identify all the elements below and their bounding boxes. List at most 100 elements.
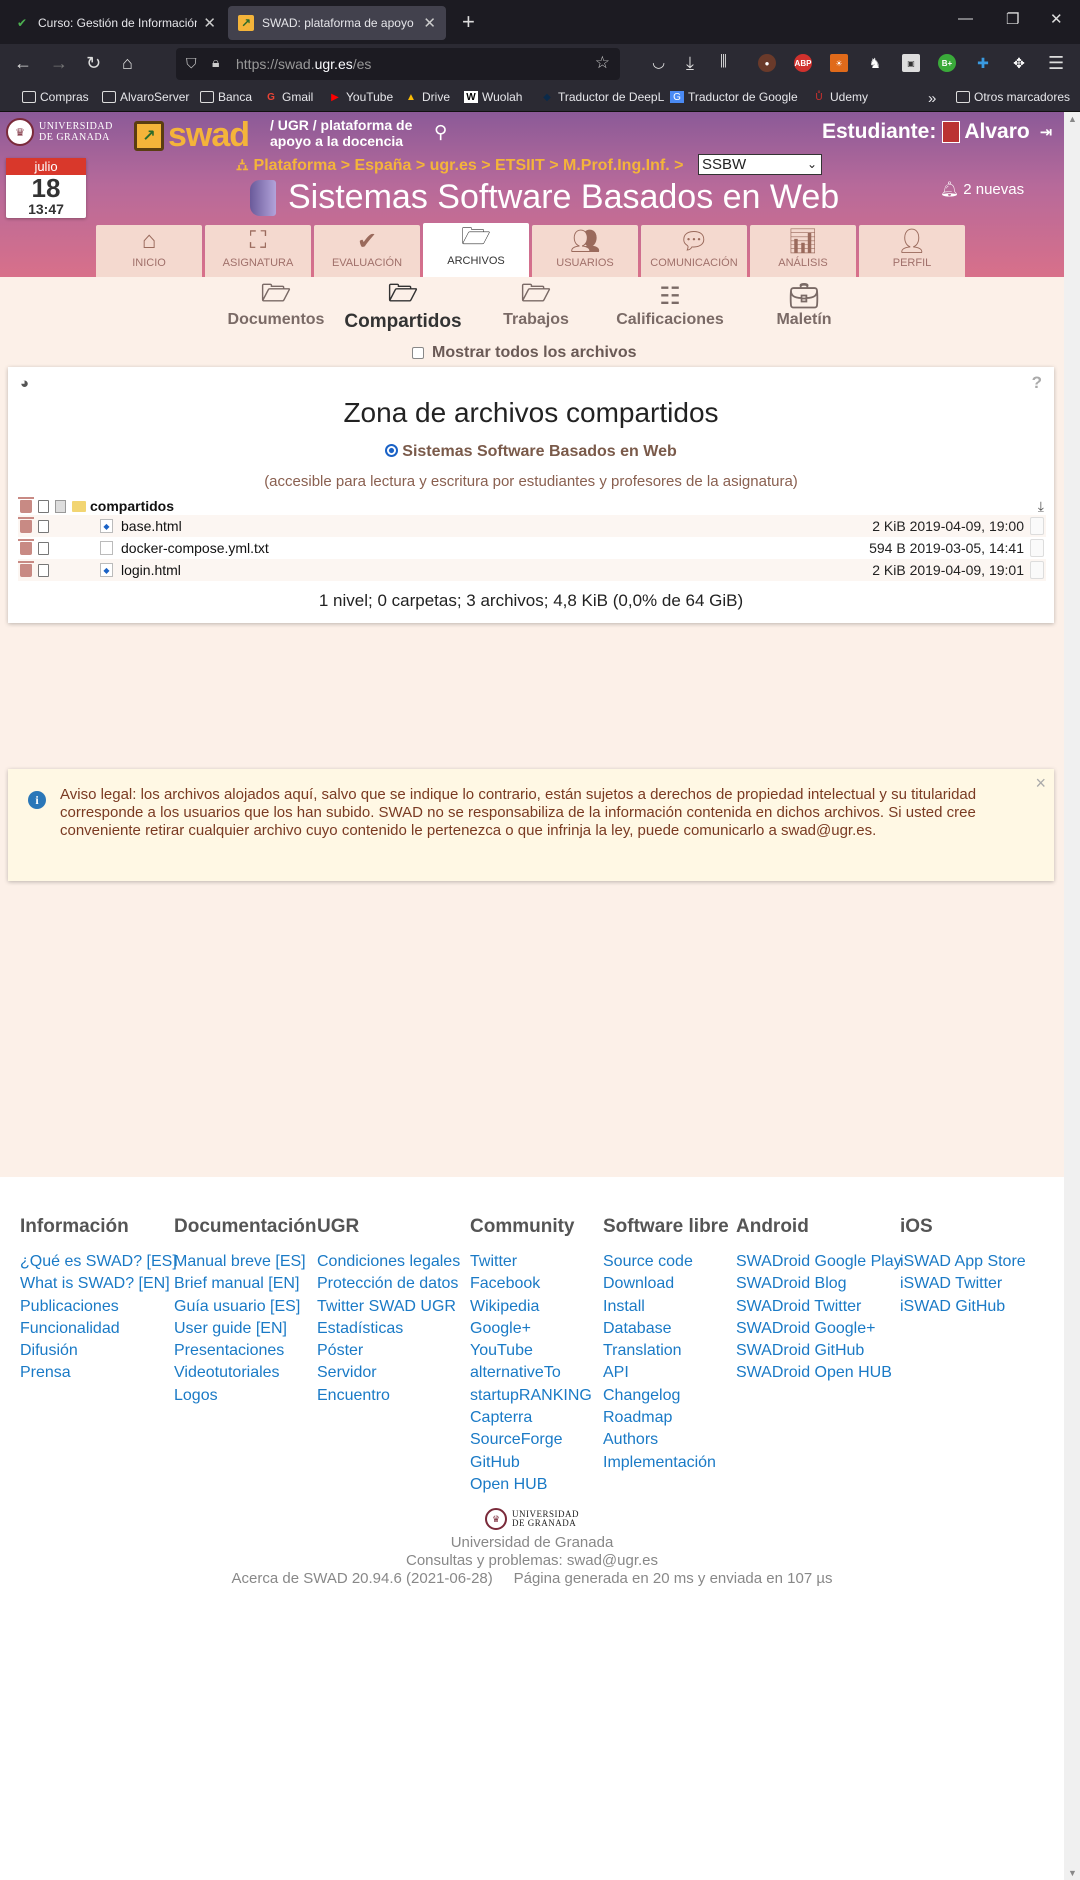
library-icon[interactable]: ⫼: [720, 53, 727, 70]
calendar-widget[interactable]: julio 18 13:47: [6, 158, 86, 218]
copy-icon[interactable]: [35, 563, 49, 578]
footer-link[interactable]: Póster: [317, 1340, 460, 1362]
delete-icon[interactable]: [18, 496, 34, 513]
tab-evaluacion[interactable]: ✔ EVALUACIÓN: [314, 225, 420, 277]
file-name[interactable]: docker-compose.yml.txt: [121, 540, 269, 556]
contact-line[interactable]: Consultas y problemas: swad@ugr.es: [0, 1552, 1064, 1570]
footer-link[interactable]: Encuentro: [317, 1385, 460, 1407]
help-icon[interactable]: ?: [1032, 373, 1042, 393]
breadcrumb[interactable]: ⛼ Plataforma > España > ugr.es > ETSIIT …: [236, 156, 683, 176]
extension-icon[interactable]: ✥: [1010, 54, 1028, 72]
forward-icon[interactable]: →: [50, 53, 68, 74]
delete-icon[interactable]: [18, 516, 34, 533]
tab-analisis[interactable]: 📊︎ ANÁLISIS: [750, 225, 856, 277]
footer-link[interactable]: Translation: [603, 1340, 729, 1362]
footer-link[interactable]: Presentaciones: [174, 1340, 317, 1362]
copy-icon[interactable]: [35, 541, 49, 556]
delete-icon[interactable]: [18, 538, 34, 555]
close-tab-icon[interactable]: ✕: [203, 14, 216, 32]
file-row[interactable]: ◆ base.html 2 KiB 2019-04-09, 19:00: [18, 515, 1046, 537]
more-bookmarks-icon[interactable]: »: [928, 90, 936, 107]
ugr-footer-logo[interactable]: ♛ UNIVERSIDAD DE GRANADA: [485, 1508, 579, 1530]
folder-row[interactable]: compartidos ⤓: [18, 496, 1046, 515]
bookmark-youtube[interactable]: ▶ YouTube: [328, 90, 393, 104]
footer-link[interactable]: Capterra: [470, 1407, 592, 1429]
footer-link[interactable]: Roadmap: [603, 1407, 729, 1429]
course-radio-label[interactable]: Sistemas Software Basados en Web: [402, 443, 676, 460]
bookmark-deepl[interactable]: ◆ Traductor de DeepL: [540, 90, 664, 104]
footer-link[interactable]: Authors: [603, 1429, 729, 1451]
bookmark-banca[interactable]: Banca: [200, 90, 252, 104]
footer-link[interactable]: User guide [EN]: [174, 1318, 317, 1340]
vertical-scrollbar[interactable]: ▲ ▼: [1064, 112, 1080, 1880]
university-name[interactable]: Universidad de Granada: [0, 1534, 1064, 1552]
adblock-icon[interactable]: ABP: [794, 54, 812, 72]
tab-usuarios[interactable]: 👥︎ USUARIOS: [532, 225, 638, 277]
footer-link[interactable]: SourceForge: [470, 1429, 592, 1451]
footer-link[interactable]: iSWAD GitHub: [900, 1296, 1026, 1318]
footer-link[interactable]: Open HUB: [470, 1474, 592, 1496]
show-all-checkbox[interactable]: [412, 347, 424, 359]
subtab-documentos[interactable]: 🗁︎ Documentos: [226, 280, 326, 329]
uploader-avatar[interactable]: [1030, 539, 1044, 557]
extension-icon[interactable]: ✚: [974, 54, 992, 72]
minimize-icon[interactable]: —: [958, 10, 973, 27]
footer-link[interactable]: What is SWAD? [EN]: [20, 1273, 177, 1295]
home-icon[interactable]: ⌂: [122, 53, 133, 74]
footer-link[interactable]: Twitter SWAD UGR: [317, 1296, 460, 1318]
uploader-avatar[interactable]: [1030, 517, 1044, 535]
url-text[interactable]: https://swad.ugr.es/es: [236, 56, 371, 72]
footer-link[interactable]: Google+: [470, 1318, 592, 1340]
bookmark-drive[interactable]: ▲ Drive: [404, 90, 450, 104]
footer-link[interactable]: Download: [603, 1273, 729, 1295]
subtab-compartidos[interactable]: 🗁︎ Compartidos: [336, 280, 470, 333]
footer-link[interactable]: API: [603, 1362, 729, 1384]
scroll-down-icon[interactable]: ▼: [1068, 1868, 1077, 1878]
footer-link[interactable]: Prensa: [20, 1362, 177, 1384]
footer-link[interactable]: Servidor: [317, 1362, 460, 1384]
reload-icon[interactable]: ↻: [86, 53, 101, 74]
download-zip-icon[interactable]: ⤓: [1038, 498, 1044, 515]
bookmark-compras[interactable]: Compras: [22, 90, 89, 104]
lock-icon[interactable]: 🔒︎: [212, 54, 219, 71]
footer-link[interactable]: Brief manual [EN]: [174, 1273, 317, 1295]
footer-link[interactable]: SWADroid Google Play: [736, 1251, 902, 1273]
close-icon[interactable]: ×: [1035, 773, 1046, 794]
extension-icon[interactable]: ▣: [902, 54, 920, 72]
footer-link[interactable]: Funcionalidad: [20, 1318, 177, 1340]
about-swad[interactable]: Acerca de SWAD 20.94.6 (2021-06-28): [232, 1570, 493, 1587]
footer-link[interactable]: Install: [603, 1296, 729, 1318]
tab-inicio[interactable]: ⌂ INICIO: [96, 225, 202, 277]
extension-icon[interactable]: ☀: [830, 54, 848, 72]
user-info[interactable]: Estudiante: Alvaro ⇥: [822, 120, 1052, 144]
tab-perfil[interactable]: 👤︎ PERFIL: [859, 225, 965, 277]
extension-icon[interactable]: ♞: [866, 54, 884, 72]
footer-link[interactable]: Videotutoriales: [174, 1362, 317, 1384]
footer-link[interactable]: Implementación: [603, 1452, 729, 1474]
address-bar[interactable]: ⛉ 🔒︎ https://swad.ugr.es/es ☆: [176, 48, 620, 80]
notifications-count[interactable]: 2 nuevas: [963, 181, 1024, 198]
folder-name[interactable]: compartidos: [90, 498, 174, 514]
file-row[interactable]: docker-compose.yml.txt 594 B 2019-03-05,…: [18, 537, 1046, 559]
tab-asignatura[interactable]: ⛶ ASIGNATURA: [205, 225, 311, 277]
other-bookmarks[interactable]: Otros marcadores: [956, 90, 1070, 104]
delete-icon[interactable]: [18, 560, 34, 577]
footer-link[interactable]: SWADroid Twitter: [736, 1296, 902, 1318]
folder-icon[interactable]: [72, 500, 86, 512]
download-icon[interactable]: ⤓: [686, 53, 694, 74]
bookmark-alvaroserver[interactable]: AlvaroServer: [102, 90, 189, 104]
footer-link[interactable]: Facebook: [470, 1273, 592, 1295]
footer-link[interactable]: Manual breve [ES]: [174, 1251, 317, 1273]
close-window-icon[interactable]: ✕: [1050, 10, 1063, 28]
new-tab-icon[interactable]: +: [462, 9, 475, 35]
back-icon[interactable]: ←: [14, 53, 32, 74]
notifications[interactable]: 🔔︎ 2 nuevas: [940, 180, 1024, 198]
footer-link[interactable]: ¿Qué es SWAD? [ES]: [20, 1251, 177, 1273]
bookmark-gmail[interactable]: G Gmail: [264, 90, 313, 104]
browser-tab-curso[interactable]: ✔ Curso: Gestión de Información en la We…: [4, 6, 226, 40]
subtab-maletin[interactable]: 💼︎ Maletín: [754, 281, 854, 329]
footer-link[interactable]: iSWAD App Store: [900, 1251, 1026, 1273]
footer-link[interactable]: Changelog: [603, 1385, 729, 1407]
avatar[interactable]: [942, 121, 961, 143]
copy-icon[interactable]: [35, 499, 49, 514]
